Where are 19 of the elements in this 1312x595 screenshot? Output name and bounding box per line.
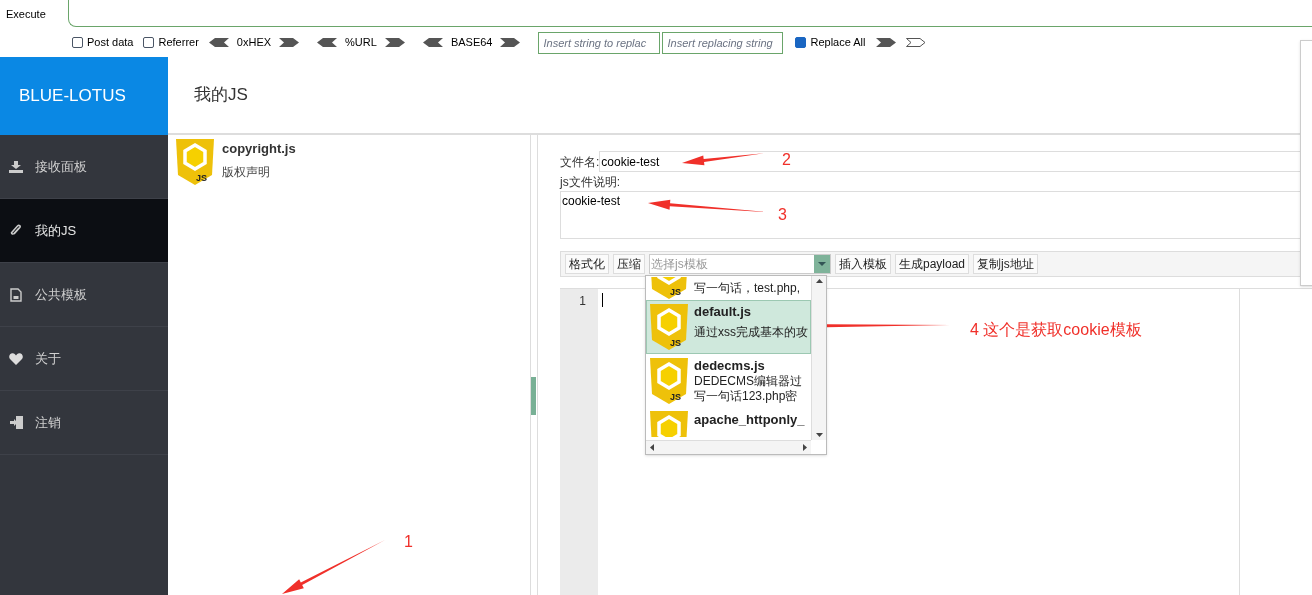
template-name: default.js <box>694 304 753 319</box>
line-number: 1 <box>579 293 586 310</box>
js-file-icon: JS <box>176 139 214 185</box>
js-file-icon: JS <box>650 304 688 350</box>
annotation-label: 4 这个是获取cookie模板 <box>970 320 1142 340</box>
annotation-label: 3 <box>778 205 787 225</box>
field-label: 文件名: <box>560 153 600 171</box>
template-description: 写一句话123.php密 <box>694 389 799 404</box>
template-name: apache_httponly_ <box>694 412 805 427</box>
template-description: 写一句话，test.php, <box>694 281 801 296</box>
template-description: DEDECMS编辑器过 <box>694 374 802 389</box>
template-description: 通过xss完成基本的攻 <box>694 325 808 340</box>
js-file-icon: JS <box>650 277 688 299</box>
template-name: dedecms.js <box>694 358 766 373</box>
annotation-label: 2 <box>782 150 791 170</box>
annotation-label: 1 <box>404 532 413 552</box>
field-label: js文件说明: <box>560 174 621 191</box>
js-file-icon: JS <box>650 358 688 404</box>
file-description: 版权声明 <box>222 163 271 181</box>
